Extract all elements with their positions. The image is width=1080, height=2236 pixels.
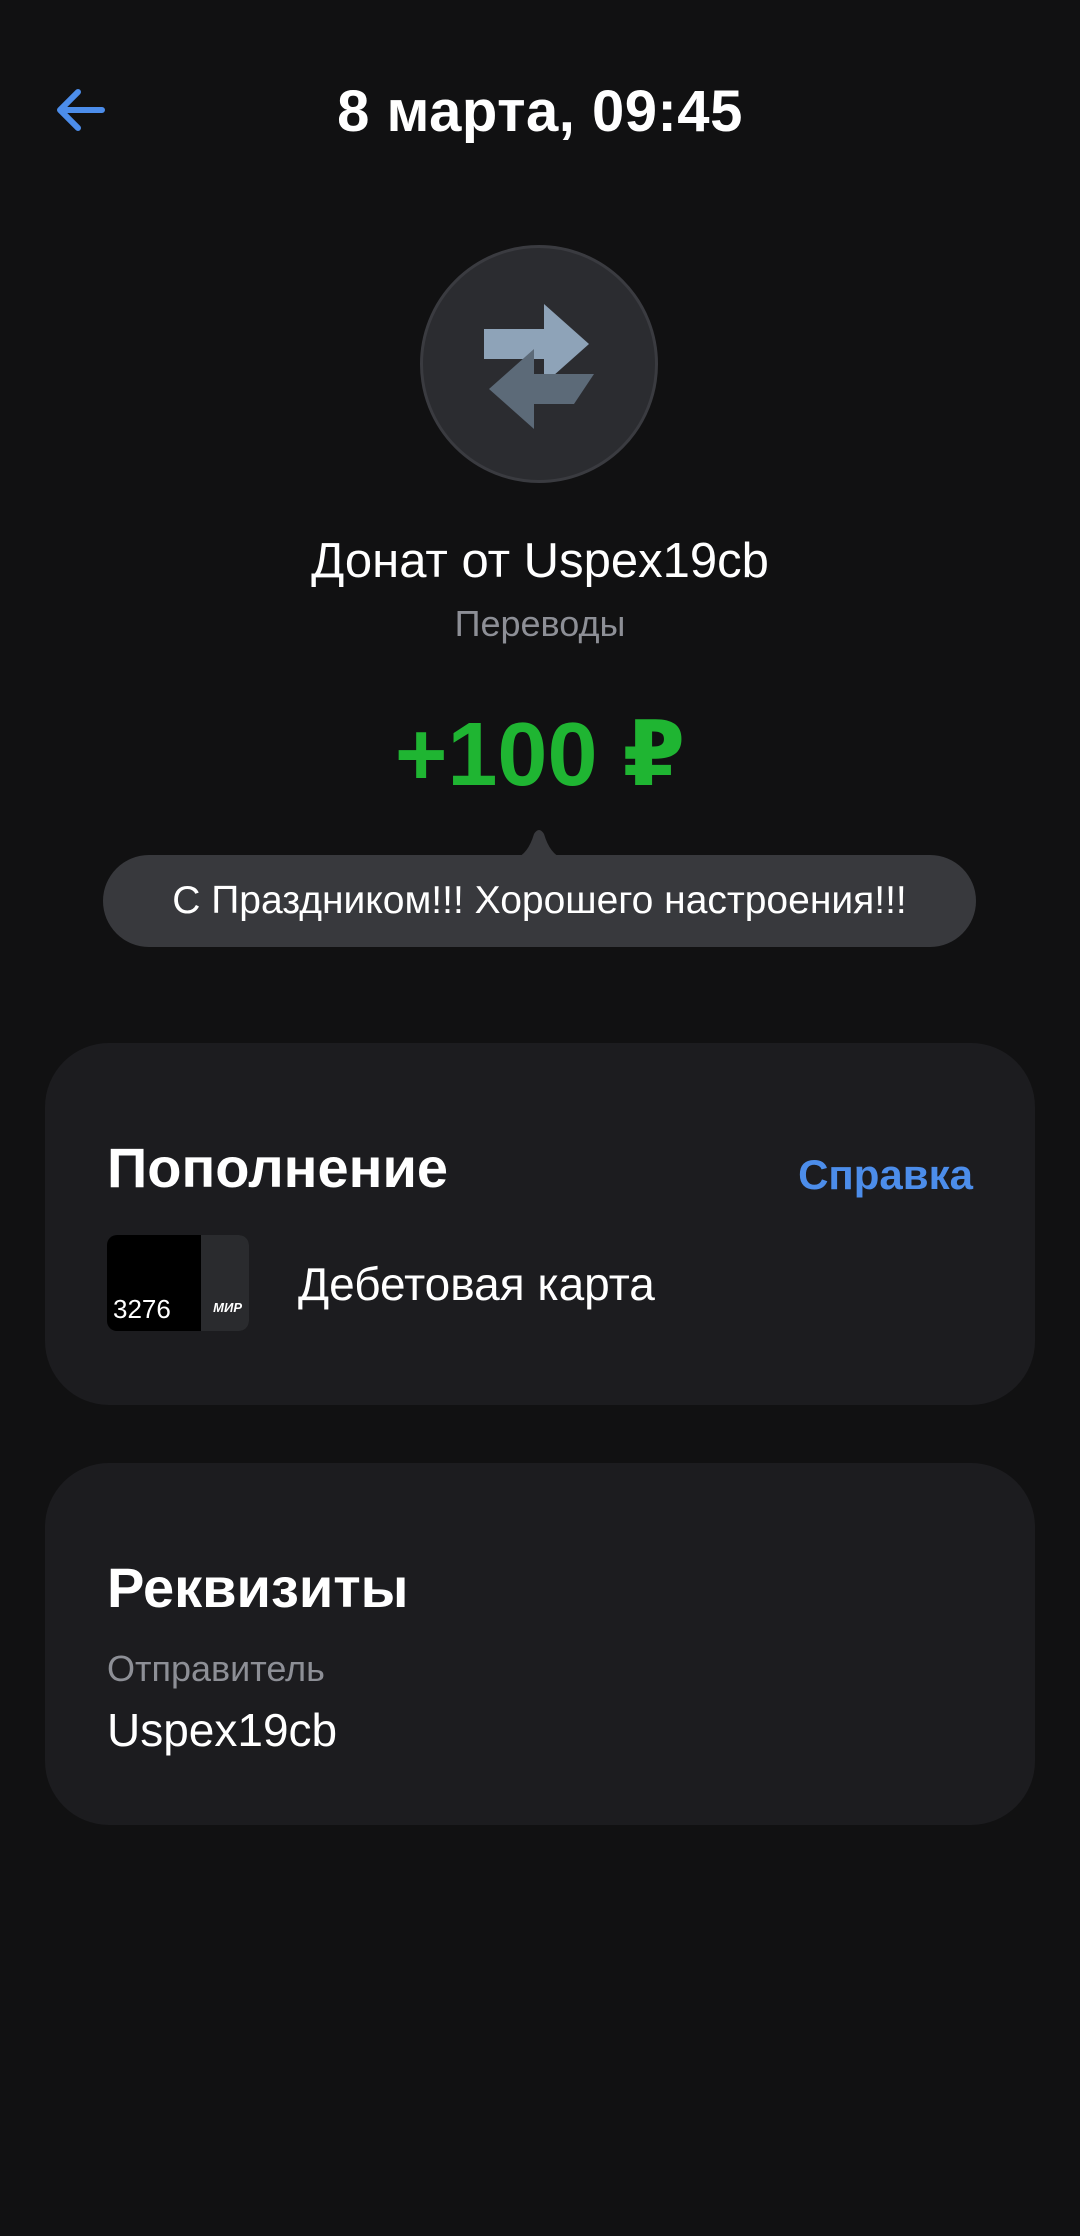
topup-card: Пополнение Справка 3276 МИР Дебетовая ка…: [45, 1043, 1035, 1405]
page-title: 8 марта, 09:45: [337, 79, 743, 144]
transaction-amount: +100 ₽: [394, 705, 686, 805]
sender-value: Uspex19cb: [107, 1704, 338, 1756]
transaction-title: Донат от Uspex19cb: [311, 534, 769, 588]
requisites-heading: Реквизиты: [107, 1556, 409, 1619]
requisites-card: Реквизиты Отправитель Uspex19cb: [45, 1463, 1035, 1825]
sender-label: Отправитель: [107, 1648, 325, 1689]
help-link[interactable]: Справка: [798, 1151, 973, 1199]
topup-heading: Пополнение: [107, 1136, 449, 1199]
top-bar: 8 марта, 09:45: [0, 0, 1080, 220]
transaction-avatar: [420, 245, 658, 483]
bubble-tail: [516, 830, 562, 858]
card-type-label[interactable]: Дебетовая карта: [298, 1257, 655, 1311]
transfer-arrows-icon: [484, 304, 594, 429]
card-brand-logo: МИР: [213, 1300, 242, 1315]
transaction-category: Переводы: [454, 603, 626, 644]
card-last-digits: 3276: [113, 1294, 171, 1324]
card-art: [201, 1235, 249, 1331]
bank-card-thumbnail[interactable]: 3276 МИР: [107, 1235, 249, 1331]
message-bubble: С Праздником!!! Хорошего настроения!!!: [103, 855, 976, 947]
